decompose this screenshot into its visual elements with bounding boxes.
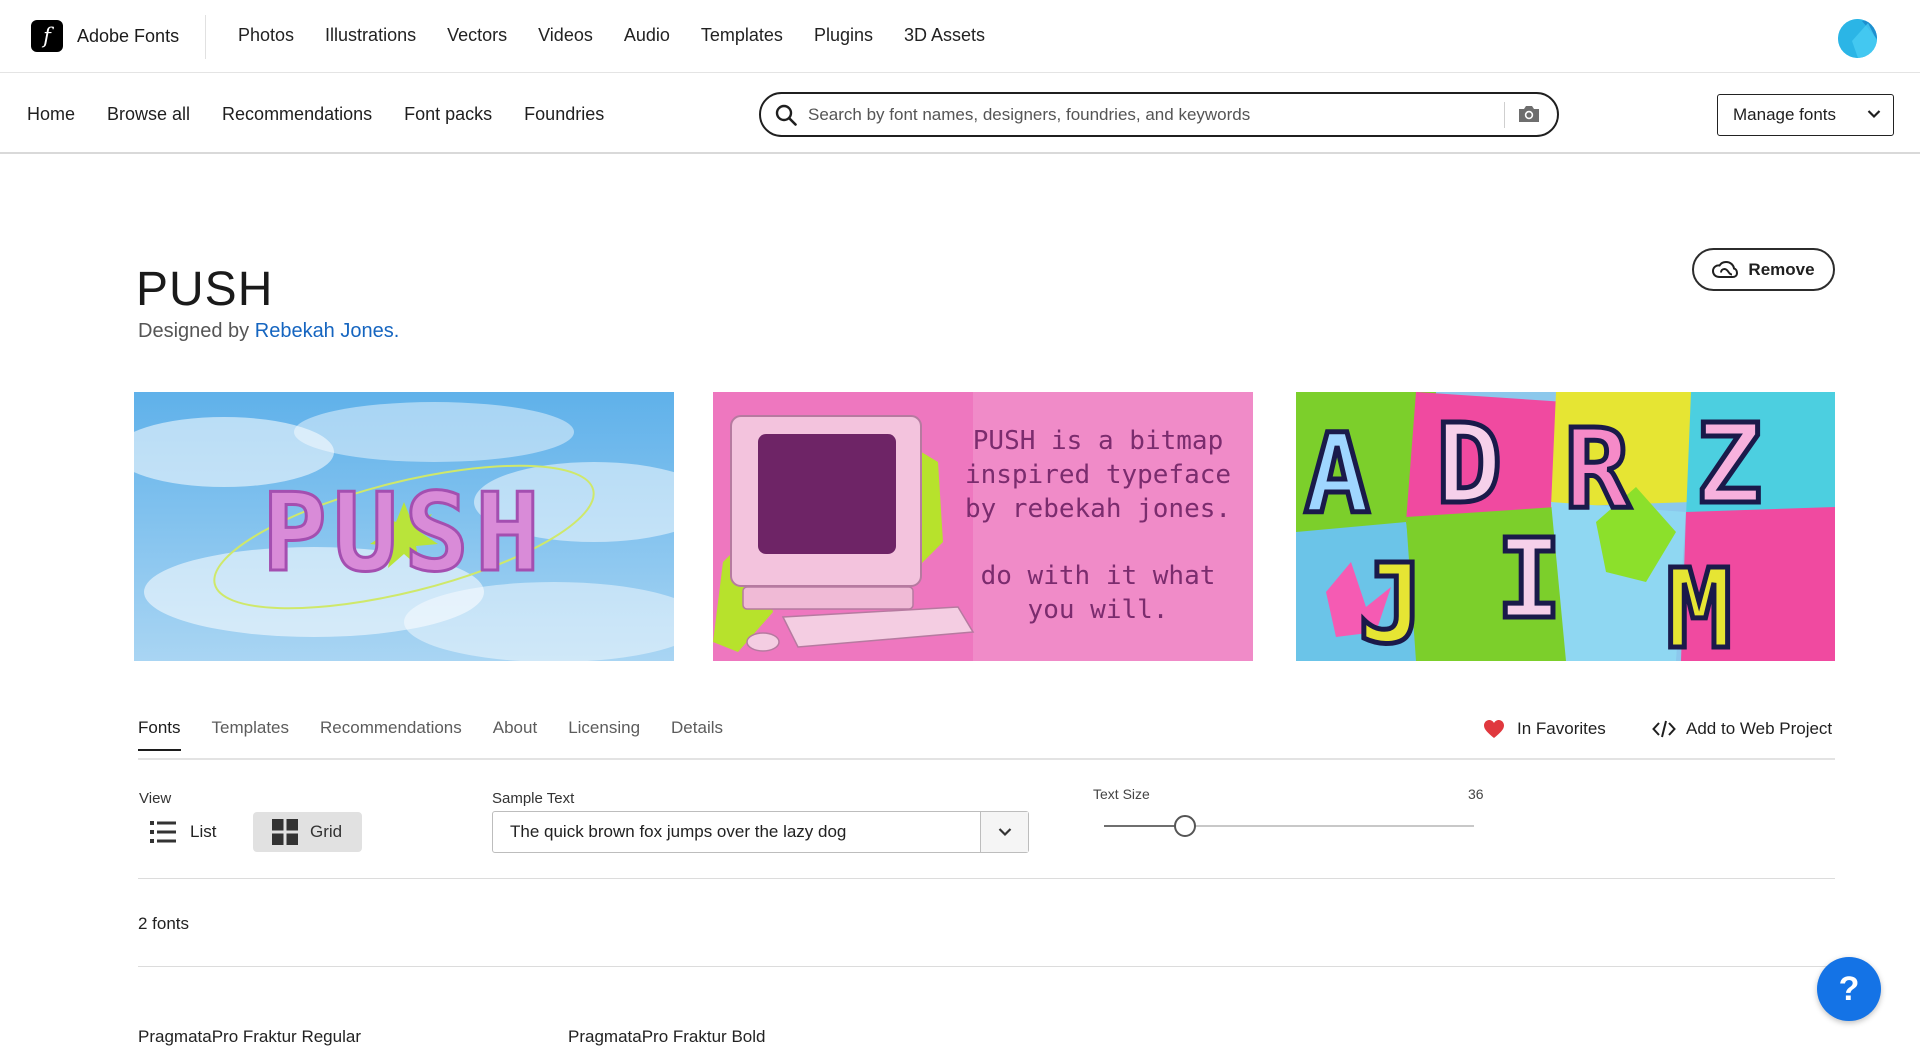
designer-line: Designed by Rebekah Jones. [138,320,399,343]
top-nav-illustrations[interactable]: Illustrations [325,25,416,46]
top-nav-vectors[interactable]: Vectors [447,25,507,46]
sample-text-value: The quick brown fox jumps over the lazy … [510,822,847,841]
font-family-title: PUSH [136,263,274,316]
remove-button[interactable]: Remove [1692,248,1835,291]
nav-font-packs[interactable]: Font packs [404,104,492,125]
nav-foundries[interactable]: Foundries [524,104,604,125]
specimen-line-3: by rebekah jones. [965,494,1231,524]
favorites-toggle[interactable]: In Favorites [1483,719,1606,739]
list-icon [150,821,176,843]
search-bar [759,92,1559,137]
font-count: 2 fonts [138,914,190,933]
collage-letter-j: J [1358,540,1424,661]
designer-link[interactable]: Rebekah Jones. [255,320,400,342]
adobe-fonts-brand[interactable]: f Adobe Fonts [31,20,179,52]
specimen-line-6: you will. [1028,595,1169,625]
top-nav-plugins[interactable]: Plugins [814,25,873,46]
text-size-label: Text Size [1093,786,1150,802]
tab-licensing[interactable]: Licensing [568,718,640,751]
favorites-label: In Favorites [1517,719,1606,738]
search-icon [774,103,798,127]
controls-divider [138,878,1835,879]
text-size-slider-thumb[interactable] [1174,815,1197,837]
specimen-image-computer[interactable]: PUSH is a bitmap inspired typeface by re… [713,392,1253,661]
collage-letter-d: D [1436,400,1502,528]
tab-fonts[interactable]: Fonts [138,718,181,751]
text-size-value: 36 [1468,786,1484,802]
manage-fonts-button[interactable]: Manage fonts [1717,94,1894,136]
specimen-push-word: PUSH [262,471,546,596]
top-nav-photos[interactable]: Photos [238,25,294,46]
text-size-slider-fill [1104,825,1186,827]
designed-by-prefix: Designed by [138,320,250,342]
view-label: View [139,790,172,807]
view-grid-label: Grid [310,822,343,841]
view-list-button[interactable]: List [150,812,242,852]
brand-name: Adobe Fonts [77,25,180,46]
font-card-name[interactable]: PragmataPro Fraktur Bold [568,1027,765,1047]
sample-text-label: Sample Text [492,790,575,807]
sample-text-select[interactable]: The quick brown fox jumps over the lazy … [492,811,1029,853]
search-divider [1504,102,1505,128]
font-family-tabs: Fonts Templates Recommendations About Li… [138,718,754,751]
remove-label: Remove [1748,259,1815,279]
top-nav-videos[interactable]: Videos [538,25,593,46]
collage-letter-i: I [1496,515,1562,643]
tab-details[interactable]: Details [671,718,723,751]
collage-letter-r: R [1564,405,1631,533]
grid-icon [272,819,298,845]
chevron-down-icon [1867,110,1881,119]
manage-fonts-label: Manage fonts [1733,105,1837,124]
add-to-web-project-button[interactable]: Add to Web Project [1652,719,1832,739]
heart-icon [1484,720,1504,738]
fonts-subheader: Home Browse all Recommendations Font pac… [0,74,1920,154]
nav-browse-all[interactable]: Browse all [107,104,190,125]
top-nav-audio[interactable]: Audio [624,25,670,46]
specimen-image-collage[interactable]: A D R Z J I M [1296,392,1835,661]
collage-letter-m: M [1666,545,1732,661]
top-nav-3d-assets[interactable]: 3D Assets [904,25,985,46]
count-divider [138,966,1835,967]
view-grid-button[interactable]: Grid [253,812,362,852]
camera-icon[interactable] [1517,104,1541,124]
tab-templates[interactable]: Templates [212,718,289,751]
search-input[interactable] [808,104,1488,125]
nav-recommendations[interactable]: Recommendations [222,104,372,125]
tabs-divider [138,758,1835,760]
collage-letter-z: Z [1696,400,1762,528]
top-nav-templates[interactable]: Templates [701,25,783,46]
collage-letter-a: A [1304,410,1370,538]
user-avatar[interactable] [1838,19,1877,58]
tab-about[interactable]: About [493,718,537,751]
specimen-line-2: inspired typeface [965,460,1231,490]
fonts-nav: Home Browse all Recommendations Font pac… [27,104,636,125]
nav-home[interactable]: Home [27,104,75,125]
top-nav: Photos Illustrations Vectors Videos Audi… [238,25,1016,46]
help-button[interactable]: ? [1817,957,1881,1021]
chevron-down-icon [998,828,1011,837]
creative-cloud-icon [1712,260,1739,278]
tab-recommendations[interactable]: Recommendations [320,718,462,751]
specimen-image-sky[interactable]: PUSH [134,392,674,661]
text-size-slider[interactable] [1104,815,1474,837]
sample-text-dropdown-button[interactable] [980,812,1028,852]
font-card-name[interactable]: PragmataPro Fraktur Regular [138,1027,361,1047]
adobe-fonts-logo-icon: f [31,20,63,52]
specimen-line-5: do with it what [981,561,1216,591]
web-project-label: Add to Web Project [1686,719,1833,738]
global-header: f Adobe Fonts Photos Illustrations Vecto… [0,0,1920,73]
header-divider [205,15,206,59]
specimen-line-1: PUSH is a bitmap [973,426,1223,456]
code-icon [1652,720,1676,738]
view-list-label: List [190,822,217,841]
